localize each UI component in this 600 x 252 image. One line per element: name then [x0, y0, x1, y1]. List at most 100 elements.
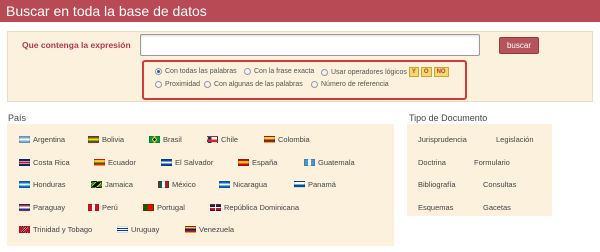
country-label: Perú [102, 203, 118, 212]
radio-icon[interactable] [311, 81, 318, 88]
option-con-todas[interactable]: Con todas las palabras [155, 68, 237, 75]
option-label: Con la frase exacta [254, 68, 315, 75]
country-honduras[interactable]: Honduras [19, 180, 66, 189]
country-mexico[interactable]: México [158, 180, 196, 189]
republica-dominicana-flag-icon [210, 204, 221, 211]
country-label: México [172, 180, 196, 189]
search-button[interactable]: buscar [499, 37, 539, 54]
costa-rica-flag-icon [19, 159, 30, 166]
option-algunas-palabras[interactable]: Con algunas de las palabras [204, 81, 303, 88]
panama-flag-icon [294, 181, 305, 188]
operator-no-button[interactable]: NO [433, 67, 449, 77]
doc-esquemas[interactable]: Esquemas [418, 203, 453, 212]
country-label: Venezuela [199, 225, 235, 234]
option-operadores[interactable]: Usar operadores lógicos Y O NO [321, 67, 449, 77]
country-label: Panamá [308, 180, 336, 189]
country-label: Uruguay [131, 225, 160, 234]
argentina-flag-icon [19, 136, 30, 143]
nicaragua-flag-icon [219, 181, 230, 188]
country-label: Guatemala [318, 158, 355, 167]
country-uruguay[interactable]: Uruguay [117, 225, 159, 234]
tipo-title: Tipo de Documento [409, 113, 488, 123]
country-argentina[interactable]: Argentina [19, 135, 65, 144]
page-title: Buscar en toda la base de datos [6, 3, 207, 19]
country-nicaragua[interactable]: Nicaragua [219, 180, 267, 189]
trinidad-y-tobago-flag-icon [19, 226, 30, 233]
espana-flag-icon [238, 159, 249, 166]
country-brasil[interactable]: Brasil [149, 135, 182, 144]
uruguay-flag-icon [117, 226, 128, 233]
doc-jurisprudencia[interactable]: Jurisprudencia [418, 135, 467, 144]
venezuela-flag-icon [185, 226, 196, 233]
country-label: República Dominicana [224, 203, 300, 212]
radio-icon[interactable] [155, 68, 162, 75]
search-input[interactable] [140, 34, 480, 56]
country-ecuador[interactable]: Ecuador [94, 158, 136, 167]
country-colombia[interactable]: Colombia [264, 135, 310, 144]
search-label: Que contenga la expresión [22, 40, 131, 50]
country-label: Ecuador [108, 158, 136, 167]
country-label: El Salvador [175, 158, 214, 167]
country-costa-rica[interactable]: Costa Rica [19, 158, 70, 167]
country-label: Portugal [157, 203, 185, 212]
country-espana[interactable]: España [238, 158, 277, 167]
option-label: Proximidad [165, 81, 201, 88]
option-numero-referencia[interactable]: Número de referencia [311, 81, 389, 88]
option-label: Con algunas de las palabras [214, 81, 303, 88]
country-label: Jamaica [105, 180, 133, 189]
country-guatemala[interactable]: Guatemala [304, 158, 355, 167]
country-label: Chile [221, 135, 239, 144]
chile-flag-icon [207, 136, 218, 143]
country-portugal[interactable]: Portugal [143, 203, 185, 212]
doc-bibliografia[interactable]: Bibliografía [418, 180, 456, 189]
country-label: Argentina [33, 135, 66, 144]
country-label: Nicaragua [233, 180, 268, 189]
country-label: Brasil [163, 135, 182, 144]
country-label: Costa Rica [33, 158, 70, 167]
country-label: Bolivia [102, 135, 125, 144]
colombia-flag-icon [264, 136, 275, 143]
country-label: Honduras [33, 180, 66, 189]
country-trinidad-y-tobago[interactable]: Trinidad y Tobago [19, 225, 92, 234]
peru-flag-icon [88, 204, 99, 211]
doc-legislacion[interactable]: Legislación [496, 135, 534, 144]
country-bolivia[interactable]: Bolivia [88, 135, 124, 144]
doc-formulario[interactable]: Formulario [474, 158, 510, 167]
el-salvador-flag-icon [161, 159, 172, 166]
option-label: Número de referencia [321, 81, 389, 88]
country-label: España [252, 158, 278, 167]
bolivia-flag-icon [88, 136, 99, 143]
honduras-flag-icon [19, 181, 30, 188]
jamaica-flag-icon [91, 181, 102, 188]
radio-icon[interactable] [321, 68, 328, 76]
pais-title: País [8, 113, 27, 123]
radio-icon[interactable] [244, 68, 251, 75]
doc-doctrina[interactable]: Doctrina [418, 158, 446, 167]
search-options-box [142, 60, 467, 100]
country-el-salvador[interactable]: El Salvador [161, 158, 213, 167]
brasil-flag-icon [149, 136, 160, 143]
country-panama[interactable]: Panamá [294, 180, 336, 189]
country-chile[interactable]: Chile [207, 135, 238, 144]
ecuador-flag-icon [94, 159, 105, 166]
operator-y-button[interactable]: Y [408, 67, 419, 77]
guatemala-flag-icon [304, 159, 315, 166]
country-republica-dominicana[interactable]: República Dominicana [210, 203, 299, 212]
option-label: Usar operadores lógicos [331, 68, 407, 76]
operator-o-button[interactable]: O [420, 67, 432, 77]
doc-consultas[interactable]: Consultas [483, 180, 516, 189]
paraguay-flag-icon [19, 204, 30, 211]
country-peru[interactable]: Perú [88, 203, 118, 212]
doc-gacetas[interactable]: Gacetas [483, 203, 511, 212]
country-label: Trinidad y Tobago [33, 225, 93, 234]
option-frase-exacta[interactable]: Con la frase exacta [244, 68, 314, 75]
country-label: Paraguay [33, 203, 66, 212]
country-venezuela[interactable]: Venezuela [185, 225, 234, 234]
page-header: Buscar en toda la base de datos [0, 0, 600, 22]
country-paraguay[interactable]: Paraguay [19, 203, 65, 212]
option-proximidad[interactable]: Proximidad [155, 81, 200, 88]
radio-icon[interactable] [204, 81, 211, 88]
country-jamaica[interactable]: Jamaica [91, 180, 133, 189]
mexico-flag-icon [158, 181, 169, 188]
radio-icon[interactable] [155, 81, 162, 88]
